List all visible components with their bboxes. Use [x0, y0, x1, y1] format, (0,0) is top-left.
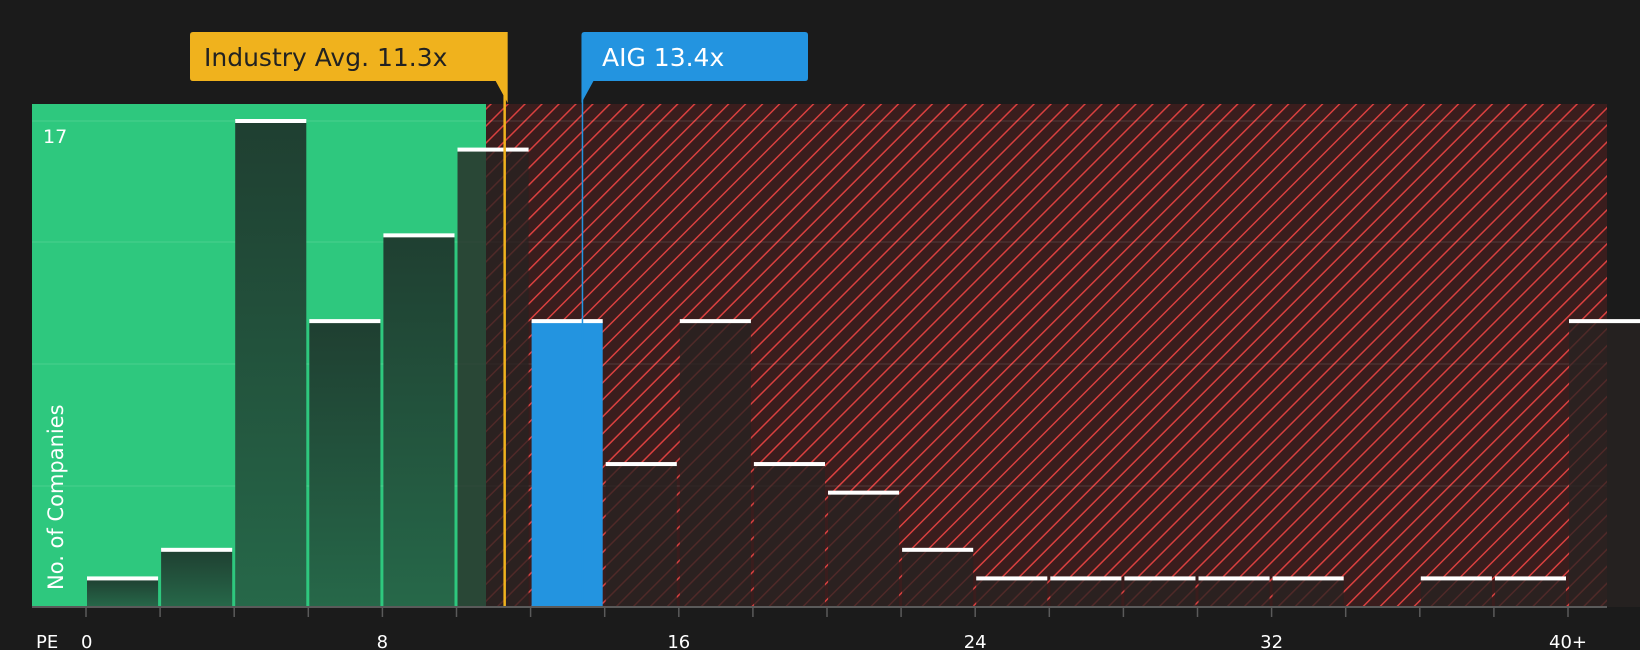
histogram-bar-cap	[1420, 576, 1492, 581]
histogram-bar-cap	[1050, 576, 1122, 581]
histogram-bar	[1569, 321, 1640, 607]
x-tick-label: 40+	[1549, 632, 1587, 650]
histogram-bar	[902, 549, 974, 607]
y-axis-label: No. of Companies	[44, 404, 68, 590]
histogram-bar	[383, 235, 455, 607]
histogram-bar-cap	[1124, 576, 1196, 581]
histogram-bar-cap	[383, 233, 455, 238]
pe-distribution-chart: 0 8 16 24 32 40+ 17 No. of Companies PE Indus…	[32, 32, 1640, 650]
histogram-bar-cap	[976, 576, 1048, 581]
histogram-bar-cap	[309, 319, 381, 324]
histogram-bar	[457, 149, 529, 607]
histogram-bar-cap	[235, 119, 307, 123]
histogram-bar-cap	[161, 547, 233, 552]
x-tick-label: 8	[377, 632, 388, 650]
industry-avg-callout: Industry Avg. 11.3x	[190, 32, 508, 103]
histogram-bar	[531, 321, 603, 607]
histogram-bar	[679, 321, 751, 607]
histogram-bar-cap	[1272, 576, 1344, 581]
x-axis-label: PE	[36, 632, 58, 650]
histogram-bar-cap	[1198, 576, 1270, 581]
y-tick-label: 17	[43, 126, 67, 148]
histogram-bar	[1272, 578, 1344, 607]
histogram-bar	[161, 549, 233, 607]
histogram-bar	[976, 578, 1048, 607]
x-tick-label: 0	[81, 632, 92, 650]
histogram-bar	[1050, 578, 1122, 607]
histogram-bar-cap	[679, 319, 751, 324]
histogram-bar-cap	[1569, 319, 1640, 324]
histogram-bar-cap	[457, 147, 529, 152]
histogram-bar-cap	[902, 547, 974, 552]
x-tick-label: 24	[964, 632, 987, 650]
histogram-bar	[1494, 578, 1566, 607]
histogram-bar-cap	[605, 462, 677, 467]
histogram-bar-cap	[828, 490, 900, 495]
histogram-bar	[605, 464, 677, 607]
x-tick-label: 16	[667, 632, 690, 650]
histogram-bar	[1124, 578, 1196, 607]
company-callout: AIG 13.4x	[581, 32, 808, 103]
histogram-bar	[87, 578, 159, 607]
x-tick-label: 32	[1260, 632, 1283, 650]
x-axis: 0 8 16 24 32 40+	[32, 606, 1607, 650]
histogram-bar-cap	[531, 319, 603, 324]
histogram-bar-cap	[87, 576, 159, 581]
histogram-bar	[1420, 578, 1492, 607]
histogram-bar	[828, 492, 900, 607]
histogram-bar	[235, 121, 307, 607]
histogram-bar-cap	[1494, 576, 1566, 581]
histogram-bar	[309, 321, 381, 607]
histogram-bar	[1198, 578, 1270, 607]
company-label: AIG 13.4x	[602, 43, 724, 72]
histogram-bar	[753, 464, 825, 607]
industry-avg-label: Industry Avg. 11.3x	[204, 43, 447, 72]
histogram-bar-cap	[753, 462, 825, 467]
